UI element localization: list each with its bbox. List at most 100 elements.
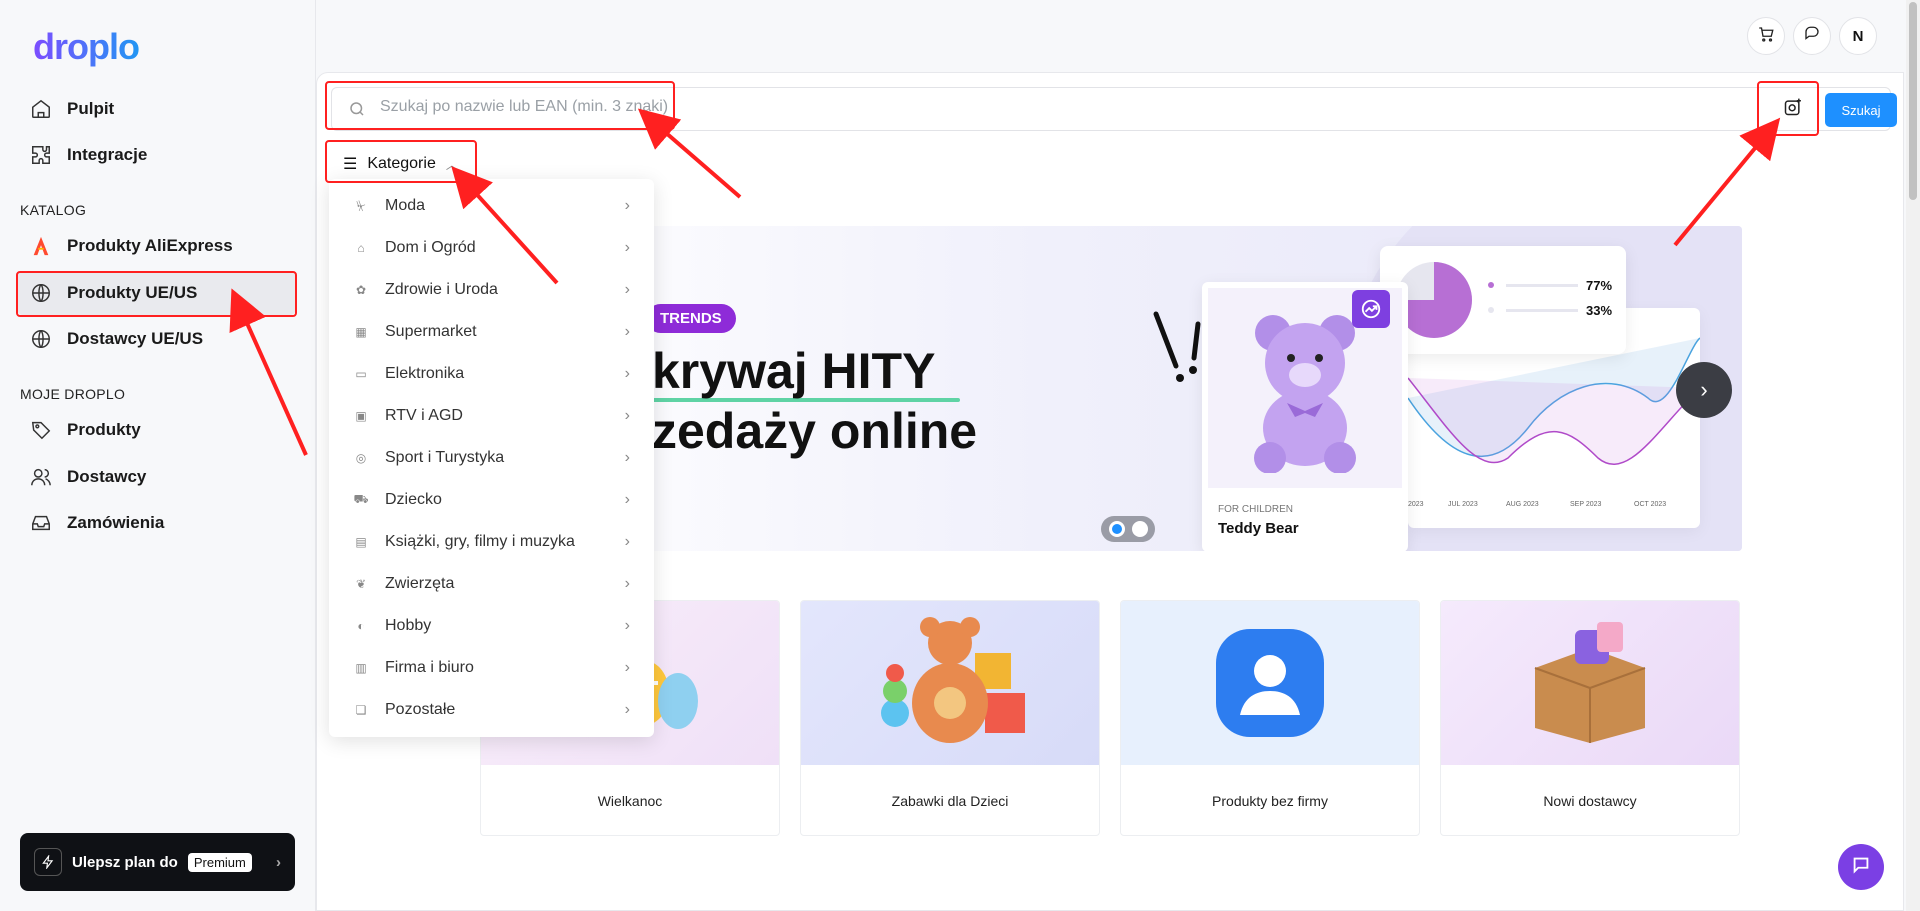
- section-label-katalog: KATALOG: [20, 202, 87, 218]
- pie-value-1: 77%: [1586, 278, 1613, 293]
- carousel-next-button[interactable]: ›: [1676, 362, 1732, 418]
- chat-icon: [1803, 25, 1821, 48]
- chat-button[interactable]: [1838, 844, 1884, 890]
- category-item-supermarket[interactable]: ▦ Supermarket ›: [329, 311, 654, 353]
- trends-badge: TRENDS: [646, 304, 736, 333]
- category-label: RTV i AGD: [385, 407, 463, 424]
- sidebar-item-zamowienia[interactable]: Zamówienia: [17, 501, 296, 545]
- category-item-moda[interactable]: ⏧ Moda ›: [329, 185, 654, 227]
- cart-button[interactable]: [1747, 17, 1785, 55]
- category-item-ksiazki[interactable]: ▤ Książki, gry, filmy i muzyka ›: [329, 521, 654, 563]
- store-icon: ▦: [355, 325, 367, 339]
- chevron-right-icon: ›: [624, 407, 630, 424]
- category-item-elektronika[interactable]: ▭ Elektronika ›: [329, 353, 654, 395]
- book-icon: ▤: [355, 535, 367, 549]
- annotation-box-search: [325, 81, 675, 130]
- gift-icon: ❏: [355, 703, 367, 717]
- upgrade-plan-button[interactable]: Ulepsz plan do Premium ›: [20, 833, 295, 891]
- chevron-right-icon: ›: [624, 449, 630, 466]
- tv-icon: ▣: [355, 409, 367, 423]
- categories-dropdown: ⏧ Moda › ⌂ Dom i Ogród › ✿ Zdrowie i Uroda › ▦…: [329, 179, 654, 737]
- month-label: AUG 2023: [1506, 501, 1539, 508]
- carousel-dots: [1101, 516, 1155, 542]
- annotation-box-categories: [325, 140, 477, 183]
- legend-dot: [1488, 307, 1494, 313]
- sidebar-item-label: Dostawcy UE/US: [67, 329, 204, 348]
- sidebar-item-label: Dostawcy: [67, 467, 147, 486]
- sidebar-item-produkty-aliexpress[interactable]: Produkty AliExpress: [17, 224, 296, 268]
- profile-image: [1121, 601, 1419, 765]
- category-tile[interactable]: Zabawki dla Dzieci: [800, 600, 1100, 836]
- sidebar-item-integracje[interactable]: Integracje: [17, 133, 296, 177]
- category-item-firma-i-biuro[interactable]: ▥ Firma i biuro ›: [329, 647, 654, 689]
- carousel-dot[interactable]: [1108, 521, 1125, 537]
- sidebar-item-dostawcy-ue-us[interactable]: Dostawcy UE/US: [17, 317, 296, 361]
- category-item-zwierzeta[interactable]: ❦ Zwierzęta ›: [329, 563, 654, 605]
- category-item-sport-i-turystyka[interactable]: ◎ Sport i Turystyka ›: [329, 437, 654, 479]
- chevron-right-icon: ›: [624, 701, 630, 718]
- hero-line-2: zedaży online: [652, 403, 978, 459]
- category-label: Zdrowie i Uroda: [385, 281, 498, 298]
- home-icon: [29, 97, 53, 121]
- laptop-icon: ▭: [355, 367, 367, 381]
- ball-icon: ◎: [355, 451, 367, 465]
- sidebar-item-produkty[interactable]: Produkty: [17, 408, 296, 452]
- category-label: Książki, gry, filmy i muzyka: [385, 533, 575, 550]
- category-item-hobby[interactable]: ◐ Hobby ›: [329, 605, 654, 647]
- scrollbar-thumb[interactable]: [1909, 2, 1917, 200]
- section-label-moje-droplo: MOJE DROPLO: [20, 386, 126, 402]
- globe-icon: [29, 327, 53, 351]
- chevron-right-icon: ›: [624, 617, 630, 634]
- hero-line-1: krywaj HITY: [652, 343, 936, 399]
- premium-badge: Premium: [187, 852, 252, 872]
- category-tile[interactable]: Nowi dostawcy: [1440, 600, 1740, 836]
- chevron-right-icon: ›: [1700, 377, 1708, 402]
- category-item-rtv-i-agd[interactable]: ▣ RTV i AGD ›: [329, 395, 654, 437]
- sidebar-item-pulpit[interactable]: Pulpit: [17, 87, 296, 131]
- sidebar-item-label: Pulpit: [67, 99, 115, 118]
- category-label: Supermarket: [385, 323, 477, 340]
- chevron-right-icon: ›: [624, 659, 630, 676]
- inbox-icon: [29, 511, 53, 535]
- category-item-zdrowie-i-uroda[interactable]: ✿ Zdrowie i Uroda ›: [329, 269, 654, 311]
- category-label: Sport i Turystyka: [385, 449, 505, 466]
- droplo-logo[interactable]: droplo: [33, 26, 140, 68]
- chevron-right-icon: ›: [624, 323, 630, 340]
- category-item-dom-i-ogrod[interactable]: ⌂ Dom i Ogród ›: [329, 227, 654, 269]
- puzzle-icon: [29, 143, 53, 167]
- month-label: OCT 2023: [1634, 501, 1667, 508]
- legend-line: [1506, 309, 1578, 312]
- trend-up-icon: [1352, 290, 1390, 328]
- tag-icon: [29, 418, 53, 442]
- category-label: Firma i biuro: [385, 659, 474, 676]
- user-avatar[interactable]: N: [1839, 17, 1877, 55]
- category-label: Moda: [385, 197, 426, 214]
- chevron-right-icon: ›: [624, 491, 630, 508]
- tile-label: Produkty bez firmy: [1212, 793, 1328, 809]
- category-label: Elektronika: [385, 365, 465, 382]
- category-tile[interactable]: Produkty bez firmy: [1120, 600, 1420, 836]
- cart-icon: [1757, 25, 1775, 48]
- palette-icon: ◐: [357, 619, 365, 633]
- bolt-icon: [34, 848, 62, 876]
- legend-line: [1506, 284, 1578, 287]
- sidebar-item-dostawcy[interactable]: Dostawcy: [17, 455, 296, 499]
- support-button[interactable]: [1793, 17, 1831, 55]
- category-label: Zwierzęta: [385, 575, 455, 592]
- chevron-right-icon: ›: [624, 197, 630, 214]
- toys-image: [801, 601, 1099, 765]
- chevron-right-icon: ›: [624, 533, 630, 550]
- paw-icon: ❦: [355, 577, 367, 591]
- sidebar-item-label: Produkty AliExpress: [67, 236, 233, 255]
- month-label: JUL 2023: [1448, 501, 1478, 508]
- search-button[interactable]: Szukaj: [1825, 93, 1897, 127]
- lotus-icon: ✿: [355, 283, 367, 297]
- category-item-pozostale[interactable]: ❏ Pozostałe ›: [329, 689, 654, 731]
- upgrade-label: Ulepsz plan do: [72, 853, 178, 871]
- annotation-box-image-search: [1757, 81, 1819, 136]
- chevron-right-icon: ›: [624, 575, 630, 592]
- pie-card: 77% 33%: [1380, 246, 1626, 354]
- promo-banner[interactable]: TRENDS krywaj HITY zedaży online 2023 JU…: [480, 226, 1742, 551]
- carousel-dot[interactable]: [1131, 521, 1148, 537]
- category-item-dziecko[interactable]: ⛟ Dziecko ›: [329, 479, 654, 521]
